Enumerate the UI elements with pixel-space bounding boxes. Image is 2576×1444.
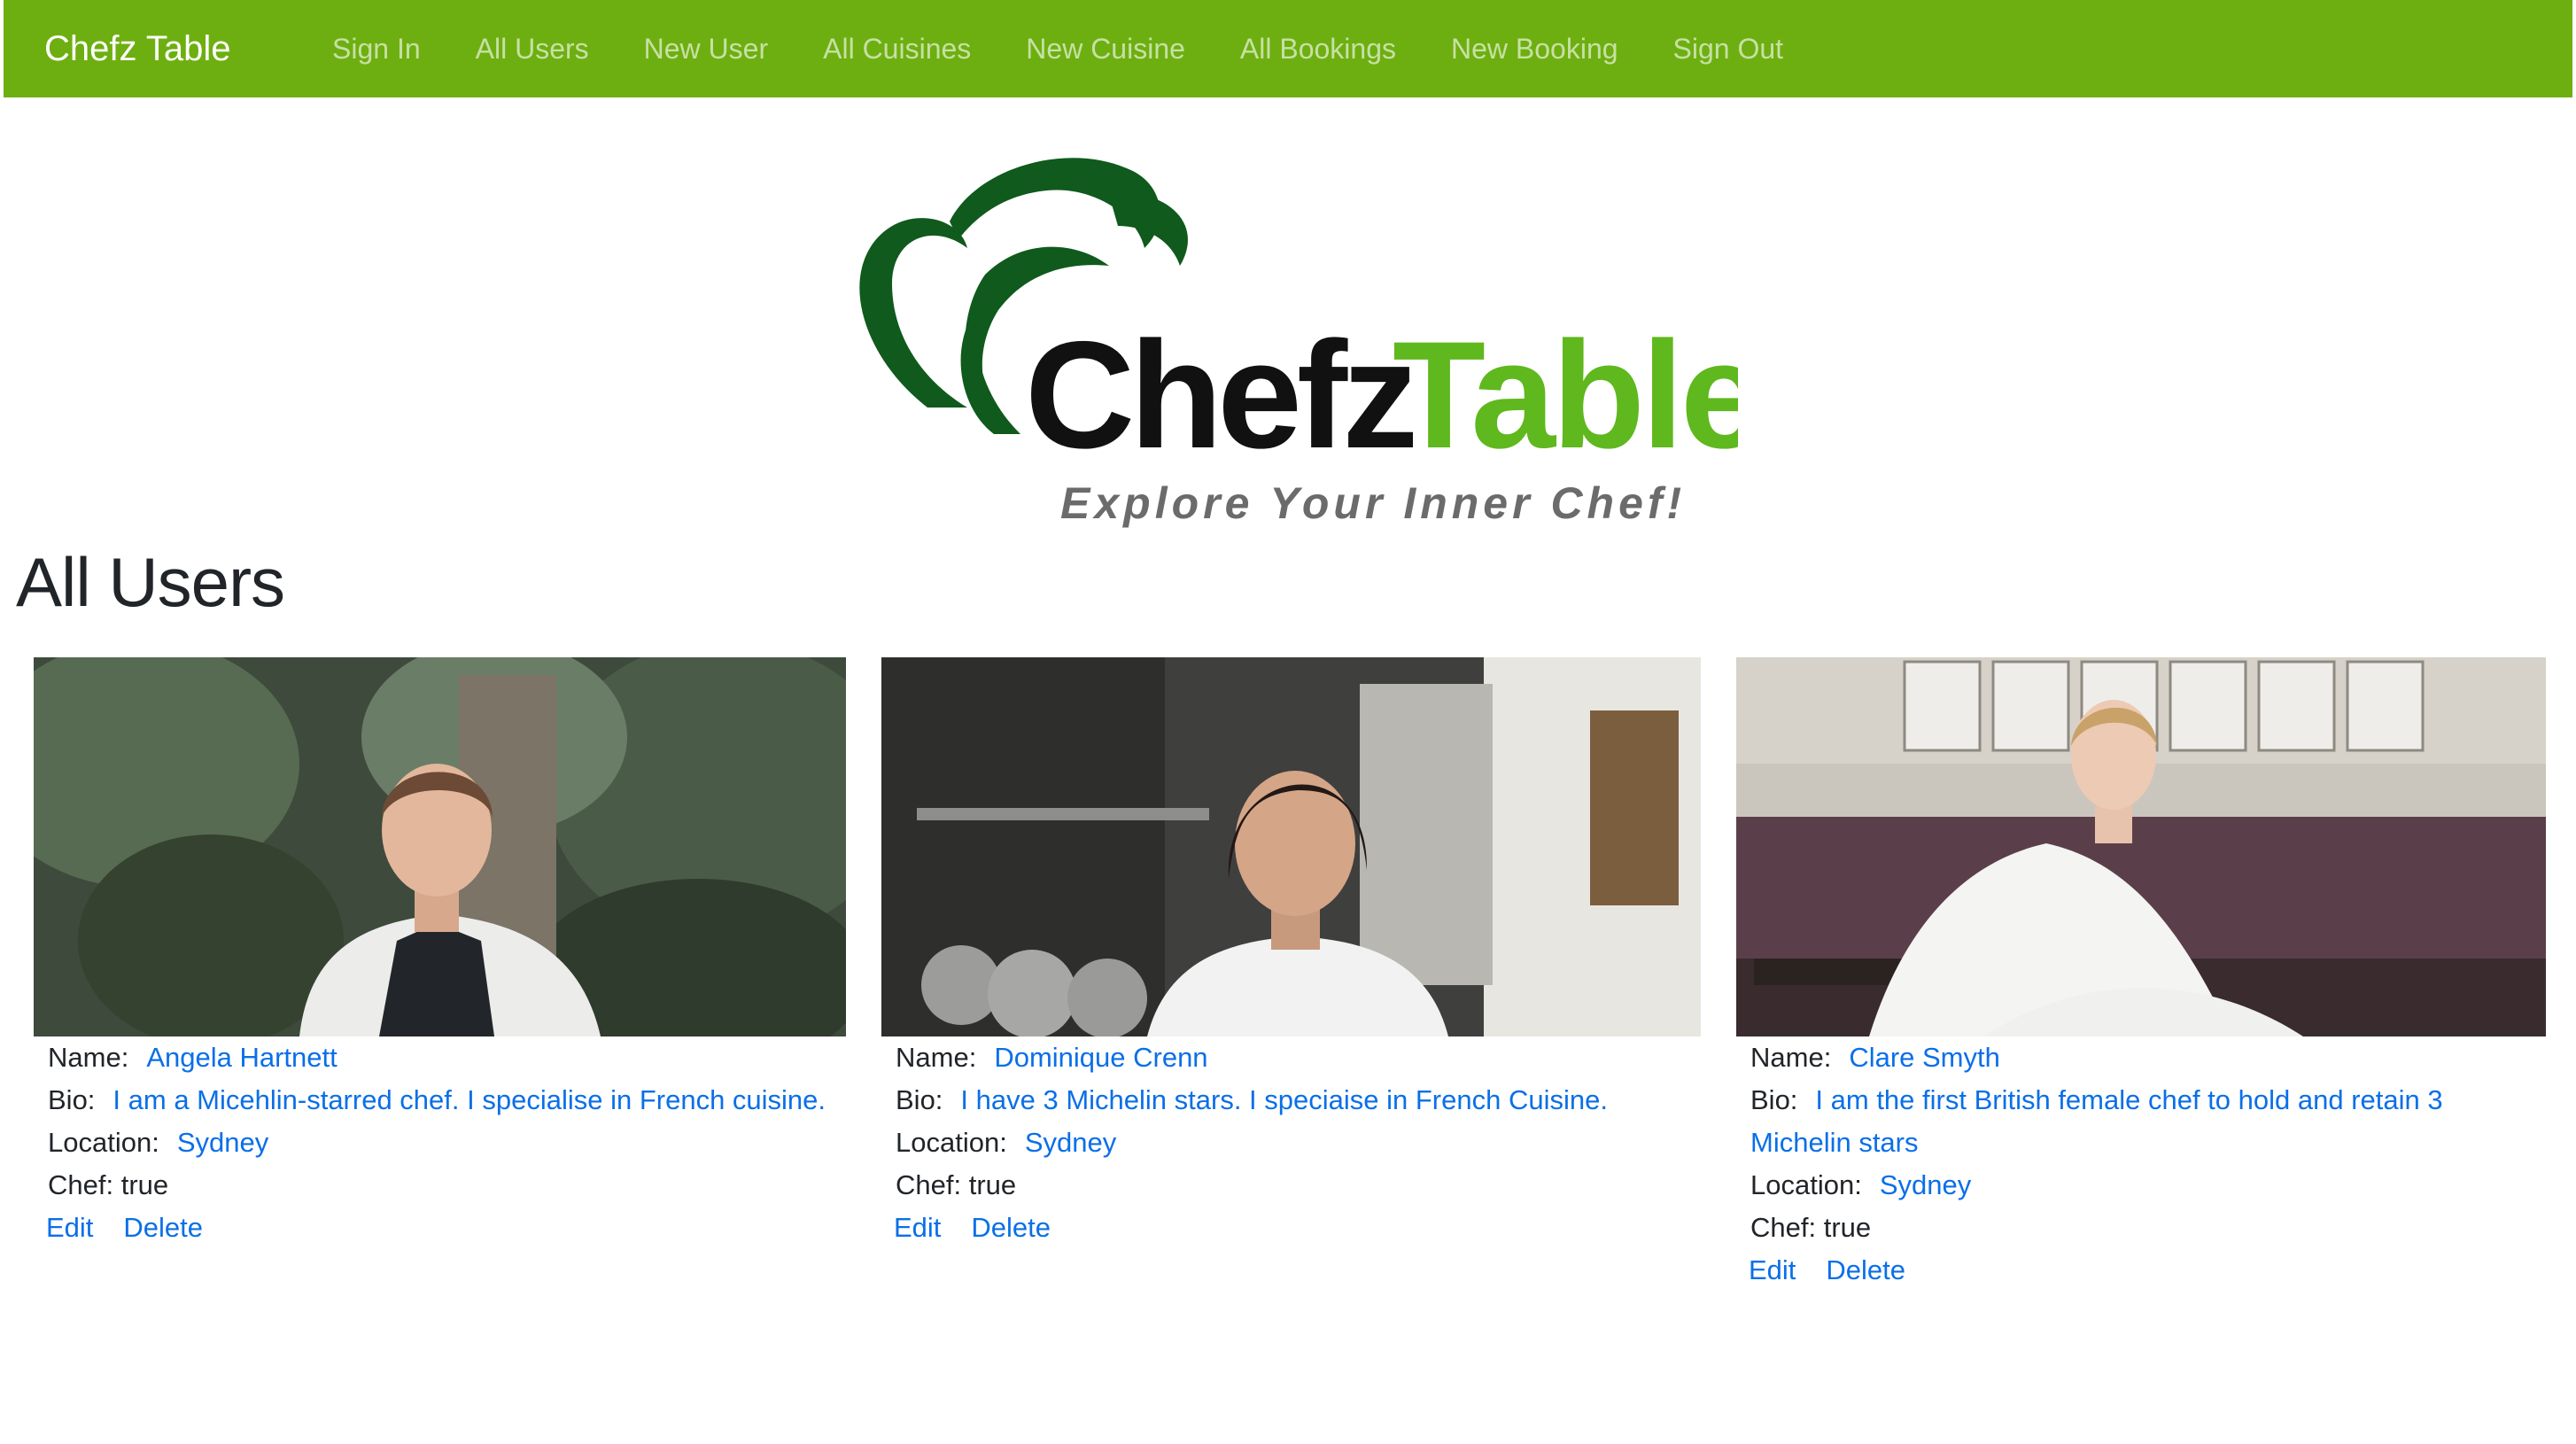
page-title: All Users <box>16 543 285 621</box>
user-photo <box>881 657 1701 1036</box>
nav-link-sign-out[interactable]: Sign Out <box>1673 33 1784 66</box>
user-card-body: Name: Dominique Crenn Bio: I have 3 Michel… <box>881 1036 1701 1207</box>
user-photo <box>1736 657 2546 1036</box>
bio-label: Bio: <box>48 1084 96 1115</box>
user-actions: Edit Delete <box>1736 1249 2546 1292</box>
location-label: Location: <box>48 1127 159 1158</box>
name-label: Name: <box>896 1042 977 1073</box>
chef-photo-image <box>881 657 1701 1036</box>
edit-button[interactable]: Edit <box>46 1212 93 1243</box>
bio-label: Bio: <box>1750 1084 1798 1115</box>
user-bio[interactable]: I am a Micehlin-starred chef. I speciali… <box>113 1084 826 1115</box>
location-label: Location: <box>896 1127 1007 1158</box>
user-location[interactable]: Sydney <box>1880 1169 1971 1200</box>
name-label: Name: <box>48 1042 129 1073</box>
user-card: Name: Clare Smyth Bio: I am the first Brit… <box>1736 657 2546 1292</box>
nav-link-all-users[interactable]: All Users <box>476 33 589 66</box>
chef-label: Chef: <box>48 1169 114 1200</box>
location-label: Location: <box>1750 1169 1862 1200</box>
user-actions: Edit Delete <box>881 1207 1701 1249</box>
edit-button[interactable]: Edit <box>1749 1254 1796 1285</box>
nav-link-new-booking[interactable]: New Booking <box>1451 33 1618 66</box>
logo-tagline: Explore Your Inner Chef! <box>1060 478 1686 528</box>
navbar-brand[interactable]: Chefz Table <box>44 29 332 69</box>
logo-word-chefz: Chefz <box>1025 310 1413 480</box>
user-location[interactable]: Sydney <box>1025 1127 1116 1158</box>
chefz-table-logo: Chefz Table Explore Your Inner Chef! <box>843 142 1765 532</box>
name-label: Name: <box>1750 1042 1832 1073</box>
chef-label: Chef: <box>896 1169 962 1200</box>
navbar: Chefz Table Sign In All Users New User A… <box>4 0 2572 97</box>
delete-button[interactable]: Delete <box>1826 1254 1905 1285</box>
delete-button[interactable]: Delete <box>971 1212 1051 1243</box>
user-name[interactable]: Clare Smyth <box>1849 1042 2000 1073</box>
user-card-body: Name: Clare Smyth Bio: I am the first Brit… <box>1736 1036 2546 1249</box>
user-name[interactable]: Dominique Crenn <box>994 1042 1207 1073</box>
user-chef-value: true <box>968 1169 1017 1200</box>
user-name[interactable]: Angela Hartnett <box>146 1042 337 1073</box>
user-bio[interactable]: I have 3 Michelin stars. I speciaise in … <box>960 1084 1608 1115</box>
user-card: Name: Dominique Crenn Bio: I have 3 Michel… <box>881 657 1701 1249</box>
nav-link-sign-in[interactable]: Sign In <box>332 33 421 66</box>
user-location[interactable]: Sydney <box>177 1127 268 1158</box>
delete-button[interactable]: Delete <box>123 1212 203 1243</box>
logo-word-table: Table <box>1393 310 1738 480</box>
chef-label: Chef: <box>1750 1212 1817 1243</box>
user-card: Name: Angela Hartnett Bio: I am a Micehlin… <box>34 657 846 1249</box>
bio-label: Bio: <box>896 1084 943 1115</box>
user-bio[interactable]: I am the first British female chef to ho… <box>1750 1084 2443 1158</box>
user-chef-value: true <box>120 1169 169 1200</box>
nav-link-new-cuisine[interactable]: New Cuisine <box>1026 33 1185 66</box>
user-card-body: Name: Angela Hartnett Bio: I am a Micehlin… <box>34 1036 846 1207</box>
nav-link-new-user[interactable]: New User <box>644 33 768 66</box>
nav-link-all-bookings[interactable]: All Bookings <box>1240 33 1396 66</box>
user-chef-value: true <box>1823 1212 1872 1243</box>
nav-link-all-cuisines[interactable]: All Cuisines <box>823 33 971 66</box>
chef-photo-image <box>1736 657 2546 1036</box>
chef-hat-logo-icon: Chefz Table Explore Your Inner Chef! <box>859 158 1765 528</box>
edit-button[interactable]: Edit <box>894 1212 941 1243</box>
chef-photo-image <box>34 657 846 1036</box>
user-photo <box>34 657 846 1036</box>
user-actions: Edit Delete <box>34 1207 846 1249</box>
nav-links: Sign In All Users New User All Cuisines … <box>332 33 1838 66</box>
